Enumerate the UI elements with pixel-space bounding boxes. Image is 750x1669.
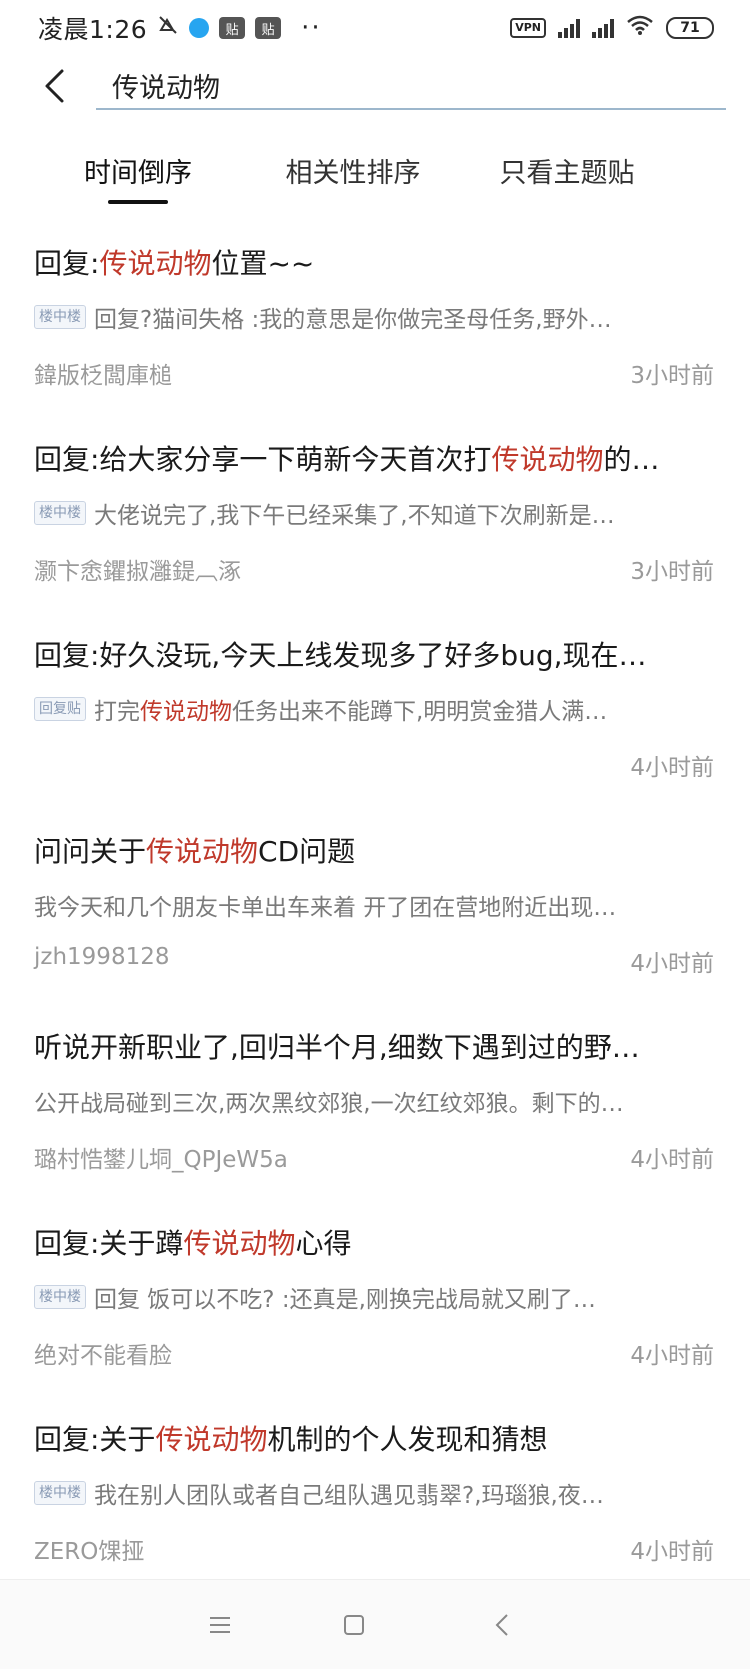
tab-label: 只看主题贴	[499, 157, 635, 189]
tab-label: 相关性排序	[285, 157, 421, 189]
result-author: 绝对不能看脸	[34, 1343, 172, 1369]
home-button[interactable]	[334, 1608, 374, 1642]
sort-tabs: 时间倒序 相关性排序 只看主题贴	[0, 140, 750, 210]
square-icon	[344, 1615, 364, 1635]
result-snippet: 楼中楼 我在别人团队或者自己组队遇见翡翠?,玛瑙狼,夜…	[34, 1476, 724, 1510]
wifi-icon	[626, 14, 654, 42]
keyword-highlight: 传说动物	[183, 1227, 296, 1260]
search-query: 传说动物	[112, 72, 220, 104]
result-author: 灏卞悆鑺掓灉鍉︹涿	[34, 559, 241, 585]
tab-relevance[interactable]: 相关性排序	[278, 140, 428, 200]
keyword-highlight: 传说动物	[491, 443, 604, 476]
dnd-icon	[157, 14, 179, 42]
search-results-list: 回复:传说动物位置~~ 楼中楼 回复?猫间失格 :我的意思是你做完圣母任务,野外……	[0, 224, 750, 1596]
list-item[interactable]: 回复:关于传说动物机制的个人发现和猜想 楼中楼 我在别人团队或者自己组队遇见翡翠?…	[0, 1400, 750, 1596]
reply-type-tag: 楼中楼	[34, 1285, 86, 1309]
result-snippet: 楼中楼 大佬说完了,我下午已经采集了,不知道下次刷新是…	[34, 496, 724, 530]
recents-button[interactable]	[200, 1608, 240, 1642]
battery-icon: 71	[666, 17, 714, 39]
list-item[interactable]: 回复:给大家分享一下萌新今天首次打传说动物的… 楼中楼 大佬说完了,我下午已经采集…	[0, 420, 750, 616]
status-bar: 凌晨1:26 贴 贴 ·· VPN 71	[0, 0, 750, 56]
result-author: ZERO馃挜	[34, 1539, 145, 1565]
result-title: 回复:给大家分享一下萌新今天首次打传说动物的…	[34, 443, 660, 476]
tieba-notification-icon-2: 贴	[255, 17, 282, 39]
active-tab-indicator	[108, 200, 168, 204]
result-time: 3小时前	[630, 559, 714, 585]
status-right: VPN 71	[510, 14, 714, 42]
result-title: 回复:传说动物位置~~	[34, 247, 315, 280]
search-header: 传说动物	[0, 56, 750, 116]
result-time: 3小时前	[630, 363, 714, 389]
result-time: 4小时前	[630, 1147, 714, 1173]
list-item[interactable]: 回复:关于蹲传说动物心得 楼中楼 回复 饭可以不吃? :还真是,刚换完战局就又刷了…	[0, 1204, 750, 1400]
result-title: 听说开新职业了,回归半个月,细数下遇到过的野…	[34, 1031, 640, 1064]
result-snippet: 楼中楼 回复?猫间失格 :我的意思是你做完圣母任务,野外…	[34, 300, 724, 334]
list-item[interactable]: 回复:好久没玩,今天上线发现多了好多bug,现在… 回复贴 打完传说动物任务出来不…	[0, 616, 750, 812]
search-input[interactable]: 传说动物	[96, 62, 726, 110]
result-time: 4小时前	[630, 951, 714, 977]
reply-type-tag: 楼中楼	[34, 501, 86, 525]
signal-icon	[558, 18, 580, 38]
signal-icon-2	[592, 18, 614, 38]
result-author: 璐村悎鐢儿垌_QPJeW5a	[34, 1147, 288, 1173]
back-button[interactable]	[34, 64, 74, 108]
result-snippet: 公开战局碰到三次,两次黑纹郊狼,一次红纹郊狼。剩下的…	[34, 1091, 624, 1117]
tab-threads-only[interactable]: 只看主题贴	[492, 140, 642, 200]
list-item[interactable]: 回复:传说动物位置~~ 楼中楼 回复?猫间失格 :我的意思是你做完圣母任务,野外……	[0, 224, 750, 420]
list-item[interactable]: 问问关于传说动物CD问题 我今天和几个朋友卡单出车来着 开了团在营地附近出现… …	[0, 812, 750, 1008]
result-title: 回复:关于蹲传说动物心得	[34, 1227, 352, 1260]
result-author: 鍏版柉闆庫槌	[34, 363, 172, 389]
status-time: 凌晨1:26	[38, 15, 148, 44]
more-notifications-icon: ··	[301, 13, 322, 43]
system-navigation-bar	[0, 1579, 750, 1669]
tieba-notification-icon: 贴	[219, 17, 246, 39]
keyword-highlight: 传说动物	[140, 699, 232, 725]
list-item[interactable]: 听说开新职业了,回归半个月,细数下遇到过的野… 公开战局碰到三次,两次黑纹郊狼,…	[0, 1008, 750, 1204]
result-title: 回复:关于传说动物机制的个人发现和猜想	[34, 1423, 548, 1456]
result-time: 4小时前	[630, 1343, 714, 1369]
result-snippet: 我今天和几个朋友卡单出车来着 开了团在营地附近出现…	[34, 895, 617, 921]
reply-type-tag: 回复贴	[34, 697, 86, 721]
chevron-left-icon	[495, 1614, 508, 1636]
tab-label: 时间倒序	[84, 157, 192, 189]
keyword-highlight: 传说动物	[99, 247, 212, 280]
keyword-highlight: 传说动物	[155, 1423, 268, 1456]
result-time: 4小时前	[630, 1539, 714, 1565]
result-title: 问问关于传说动物CD问题	[34, 835, 356, 868]
vpn-icon: VPN	[510, 18, 546, 38]
status-left: 凌晨1:26 贴 贴 ··	[38, 10, 322, 46]
result-author: jzh1998128	[34, 944, 170, 970]
result-snippet: 楼中楼 回复 饭可以不吃? :还真是,刚换完战局就又刷了…	[34, 1280, 724, 1314]
reply-type-tag: 楼中楼	[34, 1481, 86, 1505]
chevron-left-icon	[45, 69, 64, 103]
keyword-highlight: 传说动物	[146, 835, 259, 868]
tab-time-desc[interactable]: 时间倒序	[78, 140, 198, 200]
result-snippet: 回复贴 打完传说动物任务出来不能蹲下,明明赏金猎人满…	[34, 692, 724, 726]
reply-type-tag: 楼中楼	[34, 305, 86, 329]
menu-icon	[210, 1617, 230, 1633]
result-time: 4小时前	[630, 755, 714, 781]
back-nav-button[interactable]	[482, 1608, 522, 1642]
app-notification-icon	[189, 18, 210, 38]
result-title: 回复:好久没玩,今天上线发现多了好多bug,现在…	[34, 639, 647, 672]
